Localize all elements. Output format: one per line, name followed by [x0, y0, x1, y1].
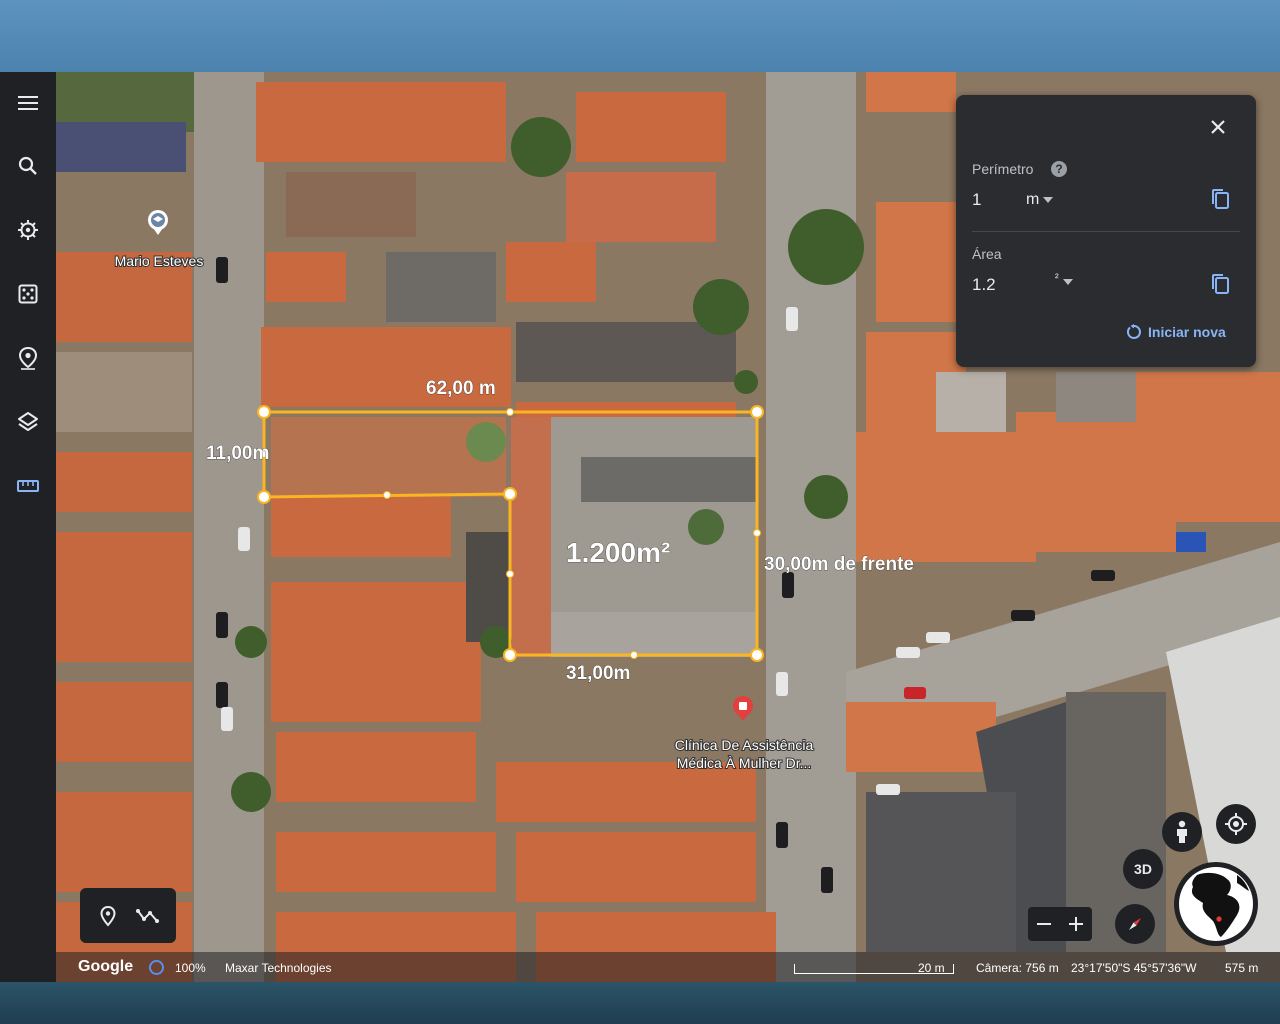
voyager-icon[interactable]	[12, 214, 44, 246]
area-label-text: Área	[972, 246, 1002, 262]
window-top-background	[0, 0, 1280, 72]
perimeter-unit-dropdown[interactable]: m	[1026, 191, 1054, 209]
area-label: 1.200m²	[566, 537, 670, 568]
close-icon[interactable]	[1208, 117, 1228, 137]
zoom-in-icon[interactable]	[1068, 916, 1084, 932]
add-placemark-icon[interactable]	[97, 905, 119, 927]
vertex-handle	[257, 405, 271, 419]
restart-icon	[1127, 324, 1141, 339]
copy-area-icon[interactable]	[1208, 272, 1232, 296]
draw-path-icon[interactable]	[135, 905, 161, 927]
ground-elevation: 575 m	[1225, 961, 1259, 975]
dice-icon[interactable]	[12, 278, 44, 310]
chevron-down-icon	[1062, 279, 1073, 285]
midpoint-handle	[383, 491, 391, 499]
measure-label-bottom: 31,00m	[566, 663, 630, 684]
place-label-mario: Mario Esteves	[115, 253, 204, 269]
loading-percent: 100%	[175, 961, 206, 975]
zoom-controls	[1028, 907, 1092, 941]
vertex-handle	[503, 648, 517, 662]
perimeter-value: 1	[972, 190, 982, 209]
my-location-icon[interactable]	[1216, 804, 1256, 844]
measure-label-top: 62,00 m	[426, 378, 496, 399]
place-label-clinic-1: Clínica De Assistência	[675, 737, 814, 753]
sidebar	[0, 72, 56, 982]
restart-label: Iniciar nova	[1148, 324, 1226, 340]
imagery-provider: Maxar Technologies	[225, 961, 332, 975]
vertex-handle	[257, 490, 271, 504]
layers-icon[interactable]	[12, 406, 44, 438]
vertex-handle	[503, 487, 517, 501]
copy-perimeter-icon[interactable]	[1208, 187, 1232, 211]
restart-button[interactable]: Iniciar nova	[1126, 324, 1226, 340]
panel-divider	[972, 231, 1240, 232]
vertex-handle	[750, 648, 764, 662]
google-logo: Google	[78, 958, 134, 975]
menu-icon[interactable]	[12, 87, 44, 119]
street-view-icon[interactable]	[1162, 812, 1202, 852]
midpoint-handle	[630, 651, 638, 659]
zoom-out-icon[interactable]	[1036, 916, 1052, 932]
area-value: 1.2	[972, 275, 996, 294]
toggle-3d-button[interactable]: 3D	[1123, 849, 1163, 889]
perimeter-unit: m	[1026, 191, 1040, 208]
area-unit: ²	[1055, 272, 1059, 284]
status-bar: Google 100% Maxar Technologies 20 m Câme…	[56, 952, 1280, 982]
coordinates: 23°17'50"S 45°57'36"W	[1071, 961, 1197, 975]
projects-icon[interactable]	[12, 342, 44, 374]
chevron-down-icon	[1043, 197, 1054, 203]
window-bottom-background	[0, 982, 1280, 1024]
measure-panel: Perímetro ? 1 m Área 1.2 ² Iniciar nova	[956, 95, 1256, 367]
midpoint-handle	[753, 529, 761, 537]
loading-icon	[149, 960, 164, 975]
measure-label-right: 30,00m de frente	[764, 554, 914, 575]
scale-label: 20 m	[918, 961, 945, 975]
place-label-clinic-2: Médica À Mulher Dr...	[677, 755, 812, 771]
camera-altitude: Câmera: 756 m	[976, 961, 1059, 975]
vertex-handle	[750, 405, 764, 419]
compass-icon[interactable]	[1115, 904, 1155, 944]
perimeter-label: Perímetro	[972, 161, 1034, 177]
measure-label-left: 11,00m	[206, 443, 269, 464]
street-west	[194, 72, 264, 982]
globe-overview-icon[interactable]	[1174, 862, 1258, 946]
map-toolbar	[80, 888, 176, 943]
ruler-icon[interactable]	[12, 470, 44, 502]
midpoint-handle	[506, 408, 514, 416]
area-unit-dropdown[interactable]: ²	[1055, 271, 1073, 285]
help-icon[interactable]: ?	[1051, 161, 1067, 177]
blue-roof	[1176, 532, 1206, 552]
search-icon[interactable]	[12, 150, 44, 182]
midpoint-handle	[506, 570, 514, 578]
